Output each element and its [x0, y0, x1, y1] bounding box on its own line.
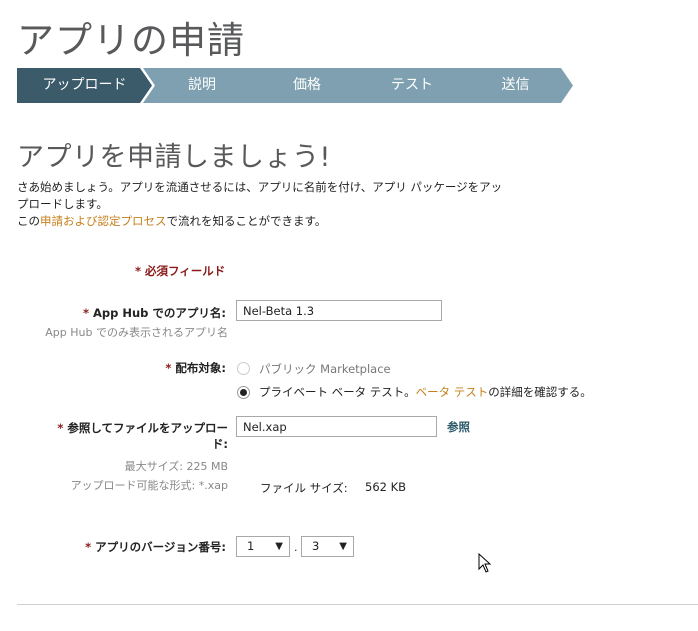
beta-test-link[interactable]: ベータ テスト	[416, 385, 489, 399]
required-asterisk: *	[85, 540, 96, 554]
mouse-cursor-icon	[478, 553, 492, 573]
file-size-value: 562 KB	[365, 480, 407, 494]
file-size-label: ファイル サイズ:	[260, 481, 348, 495]
radio-private-text: プライベート ベータ テスト。	[259, 385, 416, 399]
file-path-input[interactable]	[236, 416, 437, 437]
chevron-down-icon: ▼	[339, 541, 347, 552]
required-asterisk: *	[82, 306, 93, 320]
step-submit[interactable]: 送信	[458, 68, 573, 103]
distribution-label-text: 配布対象:	[175, 361, 226, 375]
max-size-hint: 最大サイズ: 225 MB	[124, 460, 228, 473]
app-name-hint: App Hub でのみ表示されるアプリ名	[45, 326, 228, 339]
distribution-label: * 配布対象:	[30, 360, 226, 376]
version-label: * アプリのバージョン番号:	[30, 539, 226, 555]
formats-hint: アップロード可能な形式: *.xap	[70, 479, 228, 492]
chevron-down-icon: ▼	[275, 541, 283, 552]
page-title: アプリの申請	[17, 19, 245, 62]
radio-public-label: パブリック Marketplace	[259, 362, 391, 376]
step-label: 送信	[501, 77, 530, 93]
radio-public-marketplace[interactable]	[237, 362, 250, 375]
version-separator: .	[294, 541, 298, 554]
intro-line: プロードします。	[17, 197, 108, 211]
version-major-select[interactable]: 1 ▼	[236, 536, 290, 557]
step-upload[interactable]: アップロード	[17, 68, 152, 103]
step-test[interactable]: テスト	[353, 68, 471, 103]
version-label-text: アプリのバージョン番号:	[95, 540, 226, 554]
upload-label: * 参照してファイルをアップロード:	[30, 420, 228, 452]
app-name-label: * App Hub でのアプリ名:	[30, 305, 226, 321]
app-name-input[interactable]	[236, 300, 442, 321]
upload-label-line1: 参照してファイルをアップロー	[67, 421, 228, 435]
section-headline: アプリを申請しましょう!	[17, 142, 331, 173]
required-asterisk: *	[165, 361, 176, 375]
step-description[interactable]: 説明	[143, 68, 261, 103]
version-minor-select[interactable]: 3 ▼	[301, 536, 354, 557]
intro-text-post: で流れを知ることができます。	[166, 214, 327, 228]
radio-private-label: プライベート ベータ テスト。ベータ テストの詳細を確認する。	[259, 384, 592, 400]
process-link[interactable]: 申請および認定プロセス	[40, 214, 167, 228]
wizard-steps: アップロード 説明 価格 テスト 送信	[17, 68, 573, 103]
intro-line: この申請および認定プロセスで流れを知ることができます。	[17, 213, 537, 230]
version-major-value: 1	[247, 539, 255, 553]
intro-text-pre: この	[17, 214, 40, 228]
step-label: アップロード	[42, 77, 127, 93]
step-label: 説明	[188, 77, 216, 93]
intro-text: さあ始めましょう。アプリを流通させるには、アプリに名前を付け、アプリ パッケージ…	[17, 179, 537, 230]
upload-label-line2: ド:	[211, 437, 228, 451]
radio-private-beta[interactable]	[237, 386, 250, 399]
step-label: 価格	[293, 77, 321, 93]
required-asterisk: *	[57, 421, 68, 435]
radio-private-suffix: の詳細を確認する。	[488, 385, 592, 399]
required-fields-note: * 必須フィールド	[135, 264, 226, 278]
app-name-label-text: App Hub でのアプリ名:	[92, 306, 226, 320]
step-pricing[interactable]: 価格	[248, 68, 366, 103]
step-label: テスト	[391, 77, 433, 93]
intro-line: さあ始めましょう。アプリを流通させるには、アプリに名前を付け、アプリ パッケージ…	[17, 180, 503, 194]
divider	[17, 604, 698, 605]
version-minor-value: 3	[312, 539, 320, 553]
browse-button[interactable]: 参照	[447, 419, 470, 435]
